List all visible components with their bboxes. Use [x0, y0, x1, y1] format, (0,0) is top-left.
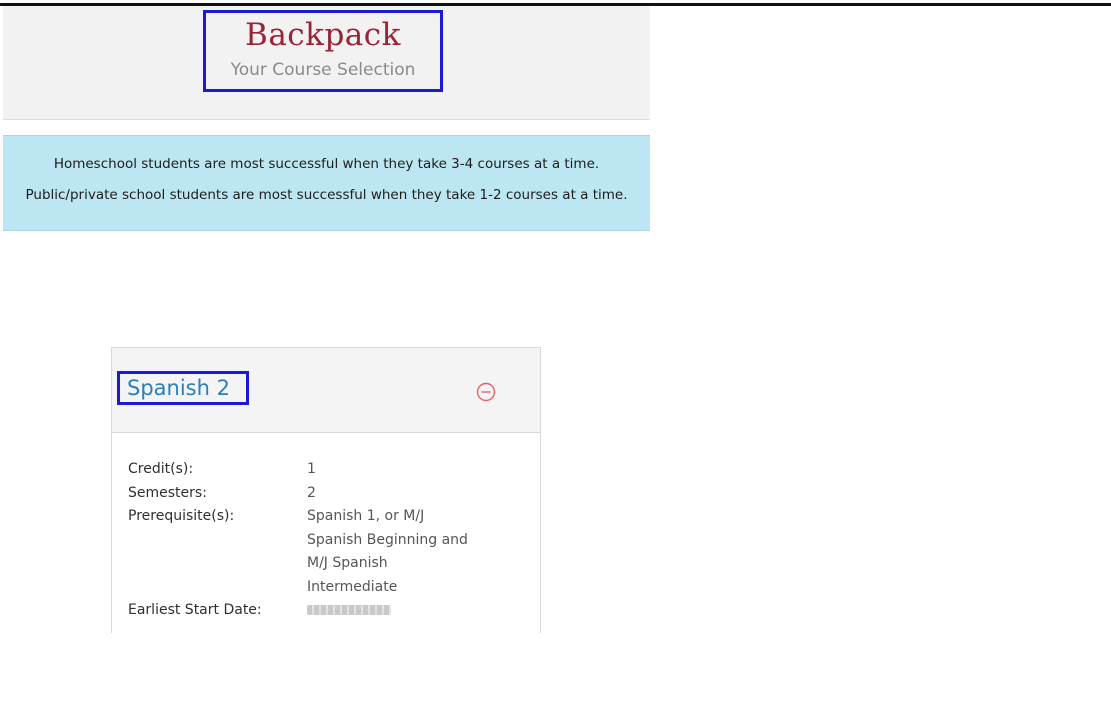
detail-row-semesters: Semesters: 2	[128, 482, 528, 506]
redacted-date	[307, 605, 391, 615]
start-date-value	[307, 599, 482, 623]
course-card: Spanish 2 Credit(s): 1 Semesters: 2 Prer…	[111, 347, 541, 633]
course-details: Credit(s): 1 Semesters: 2 Prerequisite(s…	[128, 458, 528, 623]
detail-row-prerequisites: Prerequisite(s): Spanish 1, or M/J Spani…	[128, 505, 528, 599]
public-school-notice: Public/private school students are most …	[25, 187, 628, 203]
semesters-value: 2	[307, 484, 316, 501]
credits-value: 1	[307, 461, 316, 477]
semesters-label: Semesters:	[128, 484, 207, 501]
info-alert: Homeschool students are most successful …	[3, 135, 650, 231]
page-subtitle: Your Course Selection	[230, 60, 416, 80]
homeschool-notice: Homeschool students are most successful …	[53, 156, 600, 172]
remove-course-button[interactable]	[476, 382, 496, 402]
start-date-label: Earliest Start Date:	[128, 602, 262, 618]
credits-label: Credit(s):	[128, 461, 194, 477]
detail-row-credits: Credit(s): 1	[128, 458, 528, 482]
prerequisites-value: Spanish 1, or M/J Spanish Beginning and …	[307, 508, 468, 595]
minus-circle-icon	[476, 382, 496, 402]
course-card-header: Spanish 2	[112, 348, 540, 433]
course-title-link[interactable]: Spanish 2	[127, 373, 230, 403]
page-title: Backpack	[245, 17, 401, 53]
detail-row-start-date: Earliest Start Date:	[128, 599, 528, 623]
prerequisites-label: Prerequisite(s):	[128, 508, 235, 524]
page-header: Backpack Your Course Selection	[3, 6, 650, 120]
